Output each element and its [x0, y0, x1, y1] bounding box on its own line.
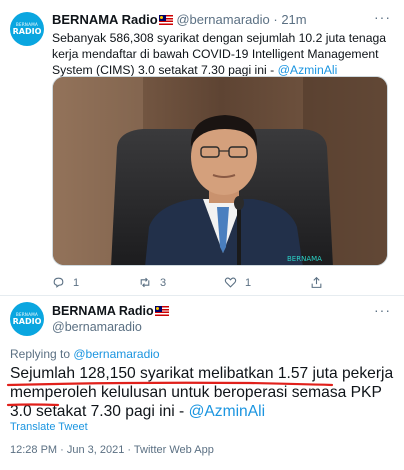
- translate-tweet-link[interactable]: Translate Tweet: [10, 421, 88, 433]
- red-underline-annotation: [6, 381, 334, 407]
- tweet-meta[interactable]: 12:28 PM · Jun 3, 2021 · Twitter Web App: [10, 444, 214, 456]
